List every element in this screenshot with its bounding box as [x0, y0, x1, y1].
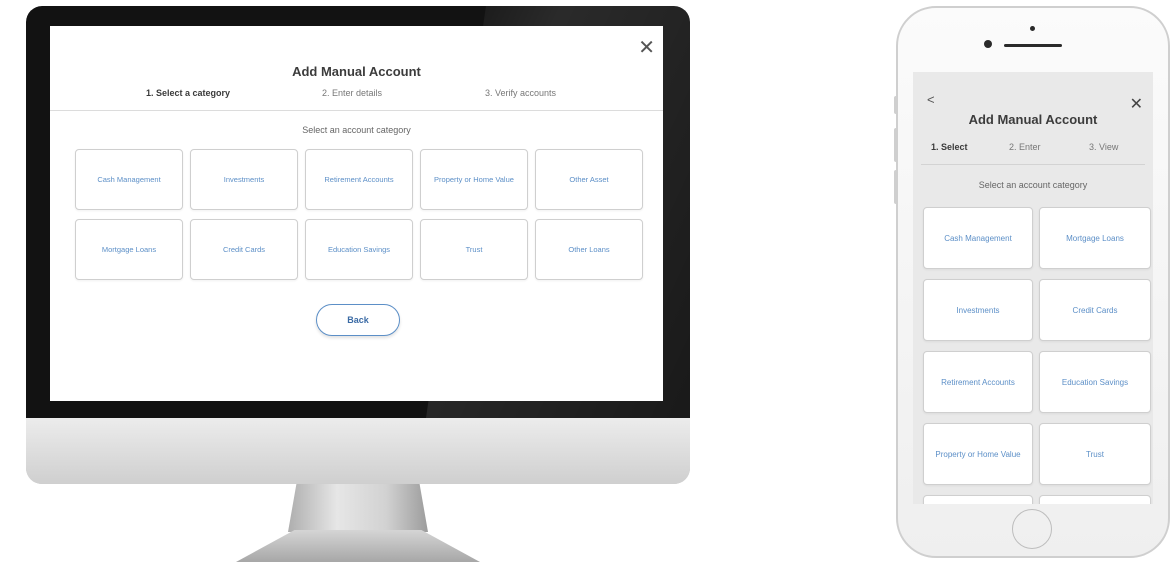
steps-divider — [921, 164, 1145, 165]
monitor-stand-base — [236, 530, 480, 562]
mobile-screen: < ✕ Add Manual Account 1. Select 2. Ente… — [913, 72, 1153, 504]
category-other-loans[interactable]: Other Loans — [535, 219, 643, 280]
home-button[interactable] — [1012, 509, 1052, 549]
category-property-home-value[interactable]: Property or Home Value — [923, 423, 1033, 485]
monitor-chin — [26, 418, 690, 484]
category-education-savings[interactable]: Education Savings — [1039, 351, 1151, 413]
phone-mute-switch — [894, 96, 898, 114]
step-1-select-category: 1. Select a category — [146, 88, 231, 98]
back-button[interactable]: Back — [316, 304, 400, 336]
mobile-phone: < ✕ Add Manual Account 1. Select 2. Ente… — [894, 6, 1170, 558]
category-prompt: Select an account category — [302, 125, 411, 135]
phone-speaker — [1004, 44, 1062, 47]
close-icon[interactable]: ✕ — [1130, 94, 1143, 114]
category-trust[interactable]: Trust — [420, 219, 528, 280]
monitor-stand-neck — [288, 484, 428, 532]
category-grid: Cash Management Investments Retirement A… — [75, 149, 643, 280]
category-mortgage-loans[interactable]: Mortgage Loans — [75, 219, 183, 280]
modal-title: Add Manual Account — [292, 64, 421, 79]
step-1-select: 1. Select — [931, 142, 968, 152]
category-investments[interactable]: Investments — [923, 279, 1033, 341]
desktop-screen: ✕ Add Manual Account 1. Select a categor… — [50, 26, 663, 401]
step-3-verify-accounts: 3. Verify accounts — [485, 88, 557, 98]
step-3-view: 3. View — [1089, 142, 1119, 152]
monitor-body: ✕ Add Manual Account 1. Select a categor… — [26, 6, 690, 484]
step-indicator: 1. Select a category 2. Enter details 3.… — [50, 88, 663, 111]
category-grid: Cash Management Mortgage Loans Investmen… — [923, 207, 1151, 504]
category-investments[interactable]: Investments — [190, 149, 298, 210]
back-chevron-icon[interactable]: < — [927, 92, 935, 107]
category-credit-cards[interactable]: Credit Cards — [190, 219, 298, 280]
close-icon[interactable]: ✕ — [638, 38, 655, 58]
category-credit-cards[interactable]: Credit Cards — [1039, 279, 1151, 341]
category-cash-management[interactable]: Cash Management — [923, 207, 1033, 269]
phone-camera — [984, 40, 992, 48]
step-2-enter: 2. Enter — [1009, 142, 1041, 152]
category-partial-tile[interactable] — [1039, 495, 1151, 504]
category-trust[interactable]: Trust — [1039, 423, 1151, 485]
modal-title: Add Manual Account — [968, 112, 1098, 127]
category-retirement-accounts[interactable]: Retirement Accounts — [305, 149, 413, 210]
phone-sensor — [1030, 26, 1035, 31]
category-prompt: Select an account category — [978, 180, 1088, 190]
category-education-savings[interactable]: Education Savings — [305, 219, 413, 280]
category-other-asset[interactable]: Other Asset — [535, 149, 643, 210]
step-2-enter-details: 2. Enter details — [322, 88, 383, 98]
category-retirement-accounts[interactable]: Retirement Accounts — [923, 351, 1033, 413]
category-property-home-value[interactable]: Property or Home Value — [420, 149, 528, 210]
category-cash-management[interactable]: Cash Management — [75, 149, 183, 210]
category-partial-tile[interactable] — [923, 495, 1033, 504]
desktop-monitor: ✕ Add Manual Account 1. Select a categor… — [26, 6, 690, 562]
category-mortgage-loans[interactable]: Mortgage Loans — [1039, 207, 1151, 269]
phone-volume-down — [894, 170, 898, 204]
phone-volume-up — [894, 128, 898, 162]
